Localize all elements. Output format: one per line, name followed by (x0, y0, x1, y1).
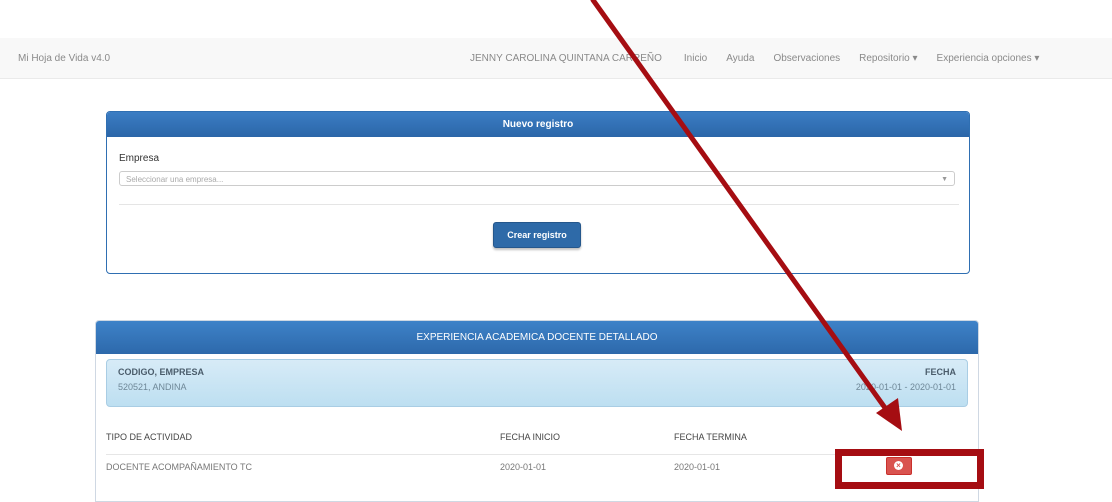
nav-user-name[interactable]: JENNY CAROLINA QUINTANA CARREÑO (470, 53, 662, 64)
cell-fecha-inicio: 2020-01-01 (500, 462, 547, 472)
nav-item-observaciones[interactable]: Observaciones (773, 53, 840, 64)
column-header-fecha-inicio: FECHA INICIO (500, 432, 561, 442)
cell-fecha-termina: 2020-01-01 (674, 462, 721, 472)
cell-tipo: DOCENTE ACOMPAÑAMIENTO TC (106, 462, 253, 472)
nav-item-experiencia-opciones[interactable]: Experiencia opciones ▾ (937, 53, 1040, 64)
nuevo-registro-panel: Nuevo registro Empresa Seleccionar una e… (106, 111, 970, 274)
codigo-empresa-value: 520521, ANDINA (118, 382, 187, 392)
panel-title: EXPERIENCIA ACADEMICA DOCENTE DETALLADO (96, 321, 978, 354)
panel-title: Nuevo registro (107, 112, 969, 137)
fecha-label: FECHA (925, 367, 956, 377)
annotation-highlight-box (835, 449, 984, 489)
column-header-fecha-termina: FECHA TERMINA (674, 432, 747, 442)
crear-registro-button[interactable]: Crear registro (493, 222, 581, 248)
company-summary: CODIGO, EMPRESA 520521, ANDINA FECHA 202… (106, 359, 968, 407)
codigo-empresa-label: CODIGO, EMPRESA (118, 367, 205, 377)
nav-item-ayuda[interactable]: Ayuda (726, 53, 754, 64)
brand-title[interactable]: Mi Hoja de Vida v4.0 (18, 53, 110, 64)
nav-item-inicio[interactable]: Inicio (684, 53, 707, 64)
chevron-down-icon: ▼ (941, 176, 948, 183)
fecha-value: 2020-01-01 - 2020-01-01 (855, 382, 956, 392)
navbar-menu: JENNY CAROLINA QUINTANA CARREÑO Inicio A… (470, 53, 1058, 64)
empresa-select[interactable]: Seleccionar una empresa... ▼ (119, 171, 955, 186)
empresa-select-placeholder: Seleccionar una empresa... (126, 175, 224, 184)
top-navbar: Mi Hoja de Vida v4.0 JENNY CAROLINA QUIN… (0, 38, 1112, 79)
empresa-label: Empresa (119, 153, 160, 164)
divider (119, 204, 959, 205)
column-header-tipo: TIPO DE ACTIVIDAD (106, 432, 193, 442)
nav-item-repositorio[interactable]: Repositorio ▾ (859, 53, 917, 64)
